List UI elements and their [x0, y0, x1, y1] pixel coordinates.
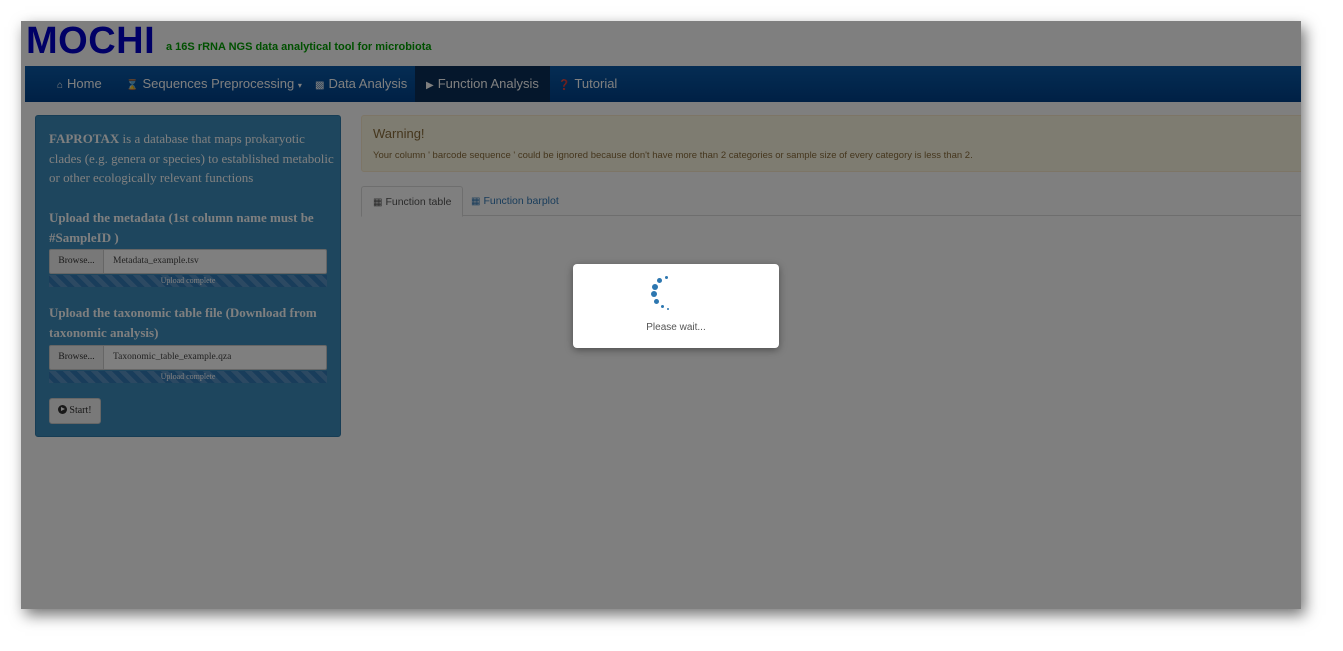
loading-spinner-icon [651, 276, 677, 310]
loading-modal: Please wait... [573, 264, 779, 348]
app-window: MOCHI a 16S rRNA NGS data analytical too… [21, 21, 1301, 609]
loading-message: Please wait... [646, 322, 706, 333]
